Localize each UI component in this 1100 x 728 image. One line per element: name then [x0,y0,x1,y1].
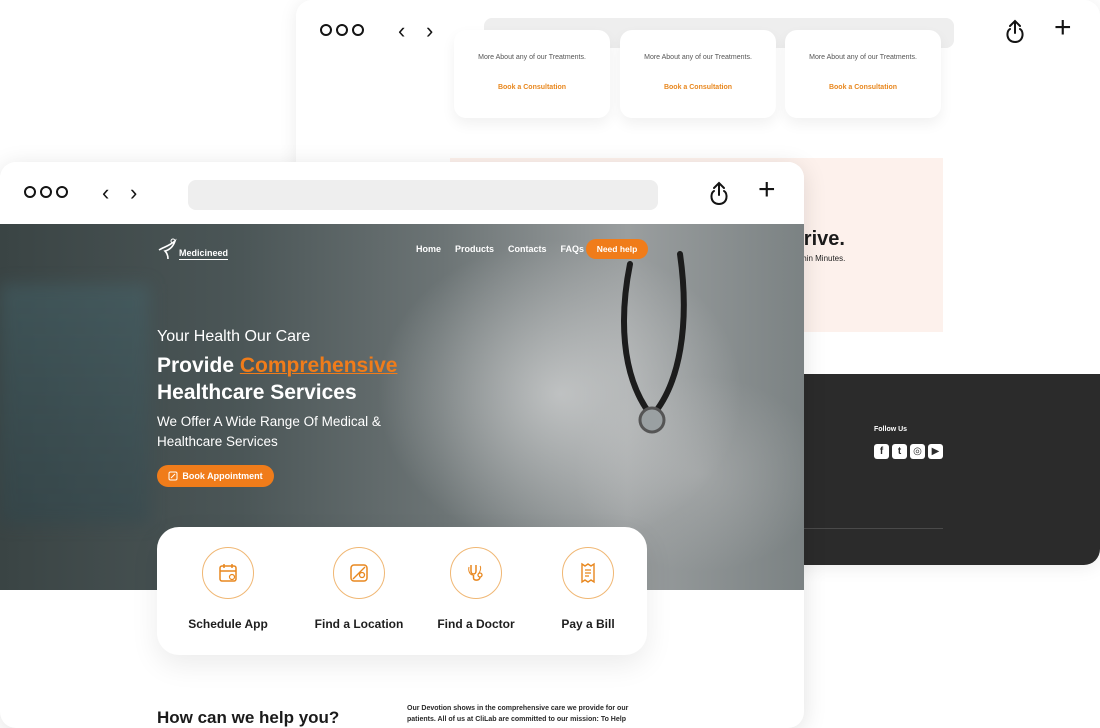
site-logo[interactable]: Medicineed [157,238,229,260]
instagram-icon[interactable]: ◎ [910,444,925,459]
headline-accent: Comprehensive [239,354,398,377]
window-dot-icon[interactable] [24,186,36,198]
book-consultation-link[interactable]: Book a Consultation [785,84,941,91]
service-find-location[interactable]: Find a Location [304,547,414,631]
book-consultation-link[interactable]: Book a Consultation [454,84,610,91]
service-schedule-app[interactable]: Schedule App [173,547,283,631]
hero-tagline: Your Health Our Care [157,328,311,345]
window-dot-icon[interactable] [40,186,52,198]
facebook-icon[interactable]: f [874,444,889,459]
window-controls[interactable] [320,24,364,36]
nav-item-home[interactable]: Home [416,244,441,254]
window-dot-icon[interactable] [336,24,348,36]
new-tab-icon[interactable]: + [1054,13,1072,43]
new-tab-icon[interactable]: + [758,175,776,205]
card-text: More About any of our Treatments. [478,54,586,61]
nav-item-faqs[interactable]: FAQs [561,244,585,254]
window-controls[interactable] [24,186,68,198]
window-dot-icon[interactable] [352,24,364,36]
follow-us-label: Follow Us [874,426,908,433]
treatment-card: More About any of our Treatments. Book a… [620,30,776,118]
youtube-icon[interactable]: ▶ [928,444,943,459]
main-navigation: Home Products Contacts FAQs [416,244,584,254]
forward-arrow-icon[interactable]: › [130,182,137,204]
logo-text: Medicineed [179,248,229,260]
twitter-icon[interactable]: t [892,444,907,459]
card-text: More About any of our Treatments. [809,54,917,61]
hero-subheading: We Offer A Wide Range Of Medical & Healt… [157,414,381,449]
share-icon[interactable] [1002,18,1028,46]
treatment-card: More About any of our Treatments. Book a… [785,30,941,118]
service-label: Schedule App [188,617,268,631]
help-heading: How can we help you? [157,708,340,727]
calendar-icon [202,547,254,599]
window-dot-icon[interactable] [320,24,332,36]
share-icon[interactable] [706,180,732,208]
stethoscope-illustration [621,251,687,434]
window-dot-icon[interactable] [56,186,68,198]
treatment-card: More About any of our Treatments. Book a… [454,30,610,118]
back-arrow-icon[interactable]: ‹ [102,182,109,204]
headline-line2: Healthcare Services [157,381,357,404]
service-label: Find a Location [314,617,404,631]
book-appointment-button[interactable]: Book Appointment [157,465,274,487]
book-appointment-label: Book Appointment [182,471,263,481]
headline-prefix: Provide [157,354,240,377]
help-description: Our Devotion shows in the comprehensive … [407,705,629,723]
hero-background-blur [0,284,150,524]
browser-toolbar: ‹ › + [0,162,804,224]
nav-item-contacts[interactable]: Contacts [508,244,547,254]
card-text: More About any of our Treatments. [644,54,752,61]
front-browser-window: ‹ › + Medicineed Home Products Contacts … [0,162,804,728]
banner-subtext: thin Minutes. [800,254,846,263]
hero-headline: Provide Comprehensive Healthcare Service… [157,352,397,406]
social-links: f t ◎ ▶ [874,444,943,459]
back-arrow-icon[interactable]: ‹ [398,20,405,42]
forward-arrow-icon[interactable]: › [426,20,433,42]
bird-logo-icon [158,238,177,260]
map-icon [333,547,385,599]
services-panel: Schedule App Find a Location Find a Doct… [157,527,647,655]
service-label: Find a Doctor [437,617,515,631]
service-find-doctor[interactable]: Find a Doctor [421,547,531,631]
stethoscope-icon [450,547,502,599]
book-consultation-link[interactable]: Book a Consultation [620,84,776,91]
service-label: Pay a Bill [561,617,615,631]
edit-icon [168,471,178,481]
service-pay-bill[interactable]: Pay a Bill [533,547,643,631]
receipt-icon [562,547,614,599]
need-help-button[interactable]: Need help [586,239,648,259]
address-bar[interactable] [188,180,658,210]
nav-item-products[interactable]: Products [455,244,494,254]
